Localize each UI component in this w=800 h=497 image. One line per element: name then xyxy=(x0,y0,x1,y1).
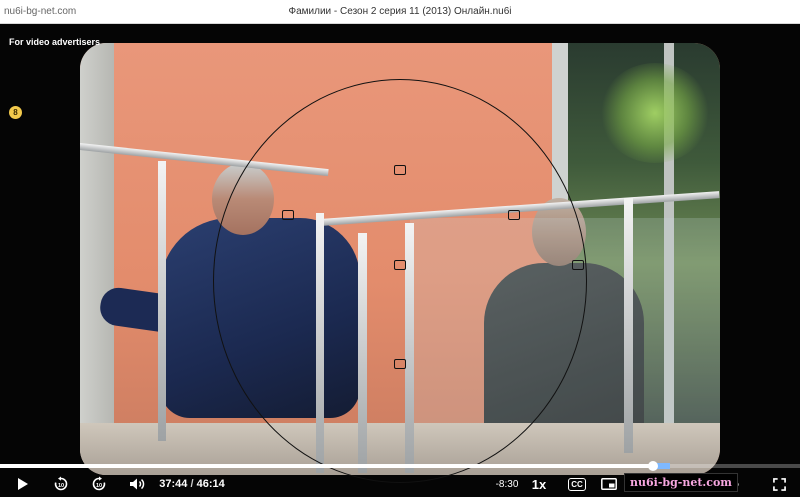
volume-button[interactable] xyxy=(126,473,148,495)
overlay-marker xyxy=(394,260,406,270)
duration: 46:14 xyxy=(196,478,225,490)
svg-text:10: 10 xyxy=(58,483,64,489)
overlay-marker xyxy=(508,210,520,220)
overlay-marker xyxy=(572,260,584,270)
progress-fill xyxy=(0,464,653,468)
forward-10-button[interactable]: 10 xyxy=(88,473,110,495)
scene-post xyxy=(158,161,166,441)
scene-post xyxy=(624,198,633,453)
svg-text:10: 10 xyxy=(96,483,102,489)
time-display: 37:44 / 46:14 xyxy=(159,473,225,495)
overlay-marker xyxy=(282,210,294,220)
info-badge[interactable]: 8 xyxy=(9,106,22,119)
site-watermark: nu6i-bg-net.com xyxy=(624,473,738,492)
fullscreen-button[interactable] xyxy=(768,473,790,495)
overlay-marker xyxy=(394,165,406,175)
browser-titlebar: nu6i-bg-net.com Фамилии - Сезон 2 серия … xyxy=(0,0,800,24)
scene-window-frame xyxy=(80,43,114,475)
video-player[interactable]: For video advertisers 8 10 10 37:44 / 46… xyxy=(0,24,800,497)
pip-button[interactable] xyxy=(598,473,620,495)
rewind-10-button[interactable]: 10 xyxy=(50,473,72,495)
fullscreen-icon xyxy=(772,477,786,491)
play-icon xyxy=(18,478,28,490)
playback-speed-button[interactable]: 1x xyxy=(526,473,552,495)
picture-in-picture-icon xyxy=(601,478,617,490)
captions-button[interactable]: CC xyxy=(566,473,588,495)
window-title: Фамилии - Сезон 2 серия 11 (2013) Онлайн… xyxy=(288,6,512,17)
ad-label[interactable]: For video advertisers xyxy=(9,37,100,47)
play-button[interactable] xyxy=(12,473,34,495)
current-time: 37:44 xyxy=(159,478,188,490)
time-separator: / xyxy=(190,478,194,490)
scene-foliage xyxy=(600,63,710,163)
replay-10-icon: 10 xyxy=(54,476,68,491)
overlay-marker xyxy=(394,359,406,369)
remaining-time: -8:30 xyxy=(495,478,519,490)
captions-icon: CC xyxy=(568,477,586,491)
progress-bar[interactable] xyxy=(0,461,800,471)
volume-icon xyxy=(130,478,145,490)
overlay-circle xyxy=(213,79,587,483)
forward-10-icon: 10 xyxy=(92,476,106,491)
